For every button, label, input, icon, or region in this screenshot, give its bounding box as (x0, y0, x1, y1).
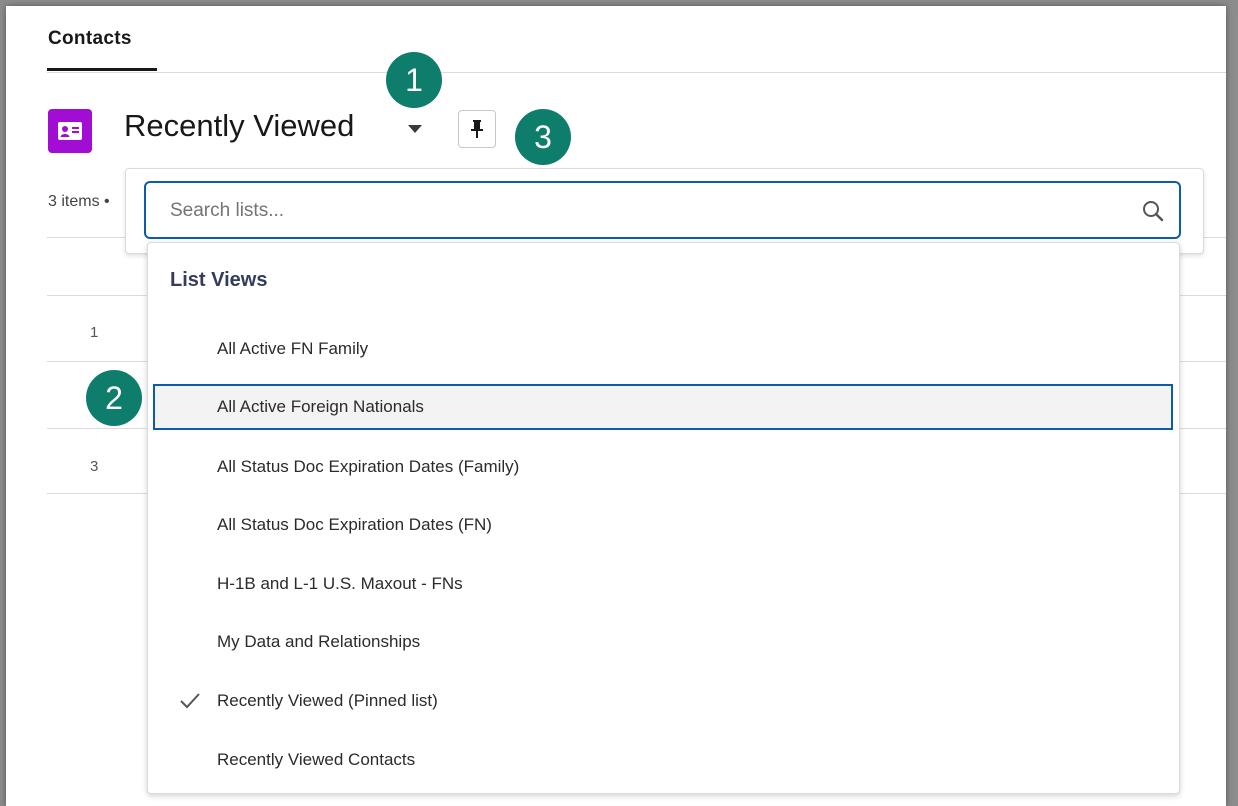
list-views-header: List Views (170, 269, 268, 291)
callout-badge-3: 3 (515, 109, 571, 165)
search-icon (1143, 201, 1164, 222)
callout-number: 2 (105, 379, 123, 416)
list-view-title[interactable]: Recently Viewed (124, 108, 354, 144)
callout-number: 3 (534, 118, 552, 155)
list-item-label: All Status Doc Expiration Dates (Family) (217, 457, 520, 476)
pin-list-button[interactable] (458, 110, 496, 148)
active-tab-indicator (47, 68, 157, 71)
list-item-label: All Status Doc Expiration Dates (FN) (217, 515, 492, 534)
search-lists-input[interactable] (168, 191, 1112, 231)
tab-contacts[interactable]: Contacts (48, 28, 132, 50)
list-item-label: Recently Viewed (Pinned list) (217, 691, 438, 710)
callout-badge-1: 1 (386, 52, 442, 108)
caret-down-icon[interactable] (406, 122, 424, 140)
list-item[interactable]: All Status Doc Expiration Dates (FN) (153, 502, 1173, 548)
list-views-dropdown: List Views All Active FN Family All Acti… (147, 242, 1180, 794)
list-item-label: My Data and Relationships (217, 632, 421, 651)
list-item[interactable]: All Active FN Family (153, 326, 1173, 372)
list-item[interactable]: Recently Viewed Contacts (153, 737, 1173, 783)
list-item-label: Recently Viewed Contacts (217, 750, 416, 769)
search-box[interactable] (144, 181, 1181, 239)
list-item[interactable]: All Active Foreign Nationals (153, 384, 1173, 430)
row-number: 3 (90, 458, 99, 475)
row-number: 1 (90, 324, 99, 341)
list-item[interactable]: All Status Doc Expiration Dates (Family) (153, 444, 1173, 490)
list-item[interactable]: H-1B and L-1 U.S. Maxout - FNs (153, 561, 1173, 607)
pin-icon (471, 120, 483, 138)
list-item-label: All Active Foreign Nationals (217, 397, 424, 416)
check-icon (180, 693, 200, 709)
callout-number: 1 (405, 61, 423, 98)
list-item[interactable]: Recently Viewed (Pinned list) (153, 678, 1173, 724)
list-item[interactable]: My Data and Relationships (153, 619, 1173, 665)
callout-badge-2: 2 (86, 370, 142, 426)
tab-divider (47, 72, 1226, 73)
list-item-label: H-1B and L-1 U.S. Maxout - FNs (217, 574, 463, 593)
items-count: 3 items • (48, 193, 110, 210)
contacts-list-view: Contacts Recently Viewed 1 3 3 items • 1… (6, 6, 1226, 806)
list-item-label: All Active FN Family (217, 339, 369, 358)
contact-card-icon (48, 109, 92, 153)
